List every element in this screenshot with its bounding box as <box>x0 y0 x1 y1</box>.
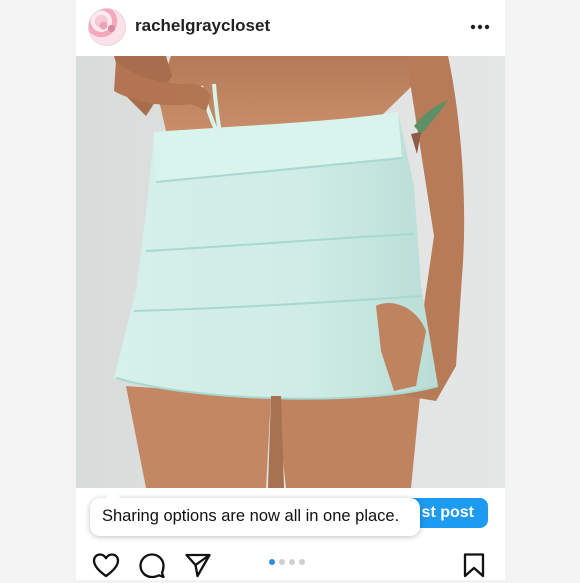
post-card: rachelgraycloset st post Sharing options… <box>76 0 505 580</box>
carousel-dot <box>289 559 295 565</box>
carousel-indicator <box>269 559 305 565</box>
profile-avatar[interactable] <box>88 8 126 46</box>
bookmark-icon[interactable] <box>462 552 486 583</box>
carousel-dot-active <box>269 559 275 565</box>
carousel-dot <box>279 559 285 565</box>
carousel-dot <box>299 559 305 565</box>
post-header: rachelgraycloset <box>76 0 505 56</box>
share-icon[interactable] <box>184 552 212 583</box>
username[interactable]: rachelgraycloset <box>135 16 270 36</box>
heart-icon[interactable] <box>92 552 120 583</box>
tooltip-text: Sharing options are now all in one place… <box>102 507 400 525</box>
more-options-icon[interactable] <box>469 18 491 36</box>
comment-icon[interactable] <box>138 552 166 583</box>
post-photo[interactable] <box>76 56 505 488</box>
sharing-options-tooltip[interactable]: Sharing options are now all in one place… <box>90 490 420 536</box>
